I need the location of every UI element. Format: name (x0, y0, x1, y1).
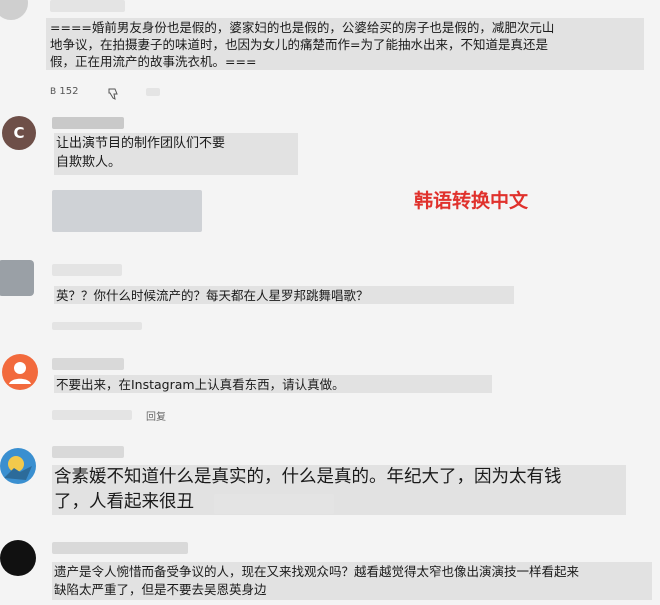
username-blurred (52, 264, 122, 276)
bird-icon (4, 456, 32, 480)
avatar[interactable] (0, 260, 34, 296)
blurred-content (214, 494, 334, 514)
username-blurred (52, 542, 188, 554)
actions-blurred[interactable] (52, 410, 132, 420)
username-blurred (50, 0, 125, 12)
username-blurred (52, 358, 124, 370)
comment-text-line: 了，人看起来很丑 (54, 492, 194, 512)
person-icon (9, 362, 31, 384)
like-count-row[interactable]: B 152 (50, 86, 78, 97)
comment-text-line: 自欺欺人。 (56, 155, 122, 170)
actions-blurred[interactable] (52, 322, 142, 330)
avatar-letter: C (13, 124, 25, 142)
username-blurred (52, 446, 124, 458)
comment-text-line: 不要出来，在Instagram上认真看东西，请认真做。 (56, 377, 345, 392)
comment-text-line: ====婚前男友身份也是假的，婆家妇的也是假的，公婆给买的房子也是假的，减肥次元… (50, 20, 555, 35)
avatar[interactable]: C (2, 116, 36, 150)
reply-link-blurred[interactable] (146, 88, 160, 96)
avatar[interactable] (0, 448, 36, 484)
thumbs-down-icon[interactable] (107, 85, 119, 104)
comment-text-line: 让出演节目的制作团队们不要 (56, 136, 226, 151)
comment-text-line: 假，正在用流产的故事洗衣机。=== (50, 54, 257, 69)
avatar[interactable] (0, 540, 36, 576)
comment-text-line: 英？？你什么时候流产的？每天都在人星罗邦跳舞唱歌？ (56, 288, 369, 303)
like-count: 152 (59, 86, 79, 97)
comment-text-line: 遗产是令人惋惜而备受争议的人，现在又来找观众吗？越看越觉得太窄也像出演演技一样看… (54, 564, 580, 579)
comment-text-line: 地争议，在拍摄妻子的味道时，也因为女儿的痛楚而作=为了能抽水出来，不知道是真还是 (50, 37, 548, 52)
username-blurred (52, 117, 124, 129)
blurred-content (52, 190, 202, 232)
avatar[interactable] (2, 354, 38, 390)
reply-button[interactable]: 回复 (146, 408, 166, 423)
thumbs-up-icon: B (50, 87, 57, 97)
translation-annotation: 韩语转换中文 (414, 190, 529, 212)
comment-text-line: 含素媛不知道什么是真实的，什么是真的。年纪大了，因为太有钱 (54, 467, 562, 487)
avatar[interactable] (0, 0, 28, 20)
comment-text-line: 缺陷太严重了，但是不要去吴恩英身边 (54, 582, 267, 597)
